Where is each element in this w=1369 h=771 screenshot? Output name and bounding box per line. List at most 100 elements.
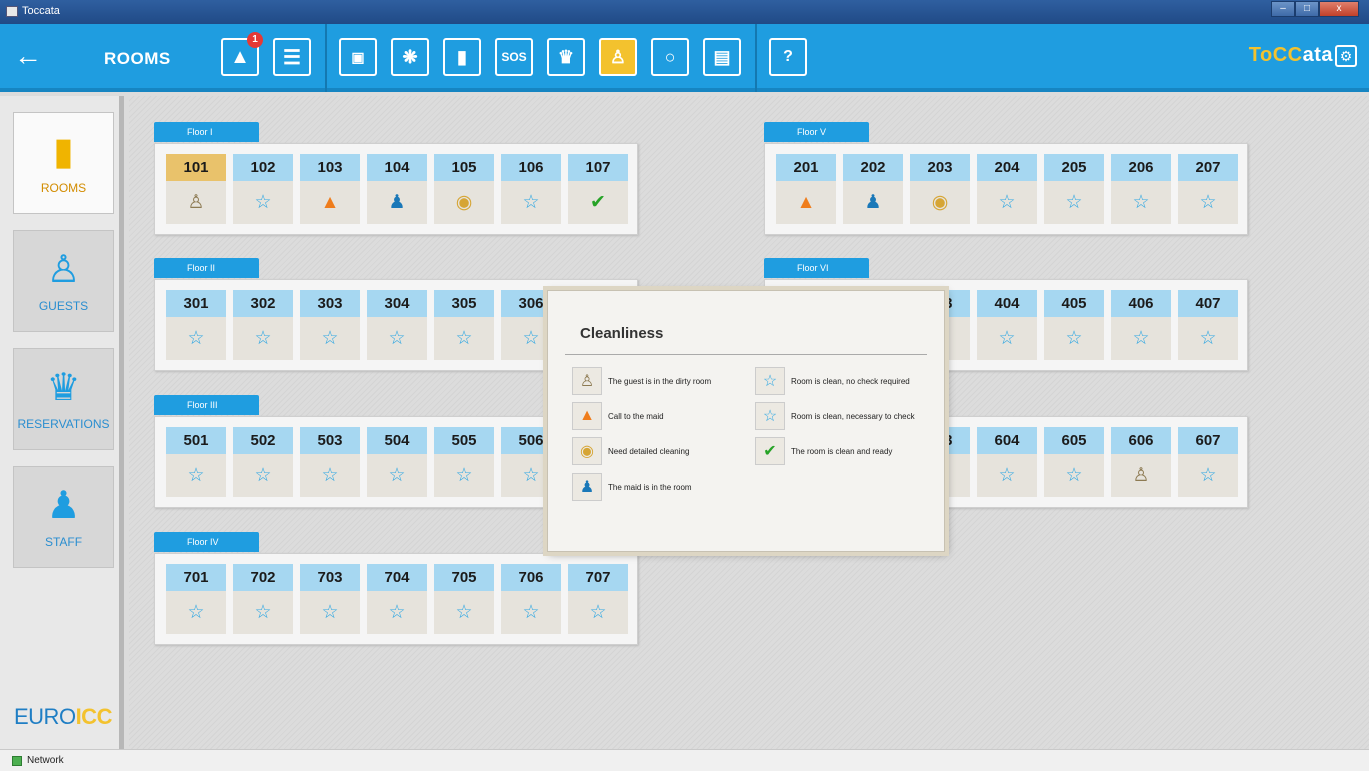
room-tile[interactable]: 206 ☆ (1111, 154, 1171, 224)
floor-rooms-box: 201 ▲ 202 ♟ 203 ◉ 204 ☆ 205 ☆ 206 ☆ 207 ☆ (764, 143, 1248, 235)
room-tile[interactable]: 303 ☆ (300, 290, 360, 360)
sidebar-item-label: GUESTS (38, 299, 89, 313)
legend-item: ◉ Need detailed cleaning (572, 437, 689, 465)
room-tile[interactable]: 101 ♙ (166, 154, 226, 224)
euroicc-logo: EUROICC (14, 704, 112, 729)
room-number: 407 (1178, 290, 1238, 317)
floor-tab[interactable]: Floor IV (154, 532, 259, 552)
floor-tab[interactable]: Floor III (154, 395, 259, 415)
room-tile[interactable]: 606 ♙ (1111, 427, 1171, 497)
room-tile[interactable]: 707 ☆ (568, 564, 628, 634)
room-tile[interactable]: 505 ☆ (434, 427, 494, 497)
minimize-button[interactable]: – (1271, 1, 1295, 17)
room-number: 204 (977, 154, 1037, 181)
room-tile[interactable]: 106 ☆ (501, 154, 561, 224)
room-tile[interactable]: 702 ☆ (233, 564, 293, 634)
sidebar-item-rooms[interactable]: ▮ ROOMS (13, 112, 114, 214)
toolbar-divider (325, 24, 327, 92)
room-tile[interactable]: 207 ☆ (1178, 154, 1238, 224)
room-tile[interactable]: 704 ☆ (367, 564, 427, 634)
room-number: 102 (233, 154, 293, 181)
room-tile[interactable]: 604 ☆ (977, 427, 1037, 497)
floor-tab[interactable]: Floor V (764, 122, 869, 142)
room-tile[interactable]: 405 ☆ (1044, 290, 1104, 360)
detailed-cleaning-icon: ◉ (455, 192, 473, 213)
sos-button[interactable]: SOS (495, 38, 533, 76)
room-tile[interactable]: 305 ☆ (434, 290, 494, 360)
room-tile[interactable]: 502 ☆ (233, 427, 293, 497)
room-tile[interactable]: 705 ☆ (434, 564, 494, 634)
alert-count-badge: 1 (247, 32, 263, 48)
room-number: 501 (166, 427, 226, 454)
room-tile[interactable]: 504 ☆ (367, 427, 427, 497)
room-tile[interactable]: 103 ▲ (300, 154, 360, 224)
room-tile[interactable]: 304 ☆ (367, 290, 427, 360)
room-tile[interactable]: 501 ☆ (166, 427, 226, 497)
service-icon: ♛ (557, 46, 575, 67)
room-tile[interactable]: 406 ☆ (1111, 290, 1171, 360)
sidebar-item-label: ROOMS (40, 181, 87, 195)
list-button[interactable]: ☰ (273, 38, 311, 76)
room-number: 502 (233, 427, 293, 454)
floor-tab[interactable]: Floor VI (764, 258, 869, 278)
floor-tab[interactable]: Floor II (154, 258, 259, 278)
room-tile[interactable]: 203 ◉ (910, 154, 970, 224)
alert-button[interactable]: ▲ 1 (221, 32, 263, 76)
legend-text: The room is clean and ready (791, 446, 893, 456)
service-button[interactable]: ♛ (547, 38, 585, 76)
id-card-button[interactable]: ▤ (703, 38, 741, 76)
clean-room-icon: ☆ (388, 602, 406, 623)
room-number: 205 (1044, 154, 1104, 181)
window-title: Toccata (22, 5, 60, 17)
fan-button[interactable]: ❋ (391, 38, 429, 76)
clean-room-icon: ☆ (254, 465, 272, 486)
clean-room-icon: ☆ (1132, 192, 1150, 213)
lock-button[interactable]: ○ (651, 38, 689, 76)
room-tile[interactable]: 102 ☆ (233, 154, 293, 224)
room-tile[interactable]: 404 ☆ (977, 290, 1037, 360)
room-tile[interactable]: 701 ☆ (166, 564, 226, 634)
floor-tab[interactable]: Floor I (154, 122, 259, 142)
gear-icon[interactable]: ⚙ (1335, 45, 1357, 67)
room-tile[interactable]: 706 ☆ (501, 564, 561, 634)
bell-icon: ▲ (572, 402, 602, 430)
room-tile[interactable]: 104 ♟ (367, 154, 427, 224)
door-button[interactable]: ▮ (443, 38, 481, 76)
detailed-cleaning-icon: ◉ (931, 192, 949, 213)
legend-text: Room is clean, necessary to check (791, 411, 915, 421)
room-tile[interactable]: 205 ☆ (1044, 154, 1104, 224)
close-button[interactable]: x (1319, 1, 1359, 17)
maximize-button[interactable]: □ (1295, 1, 1319, 17)
room-tile[interactable]: 607 ☆ (1178, 427, 1238, 497)
room-tile[interactable]: 301 ☆ (166, 290, 226, 360)
cleaning-button[interactable]: ♙ (599, 38, 637, 76)
room-tile[interactable]: 204 ☆ (977, 154, 1037, 224)
room-tile[interactable]: 407 ☆ (1178, 290, 1238, 360)
room-tile[interactable]: 703 ☆ (300, 564, 360, 634)
room-number: 504 (367, 427, 427, 454)
people-icon: ♟ (46, 485, 81, 527)
room-tile[interactable]: 302 ☆ (233, 290, 293, 360)
cleaning-maid-icon: ♙ (609, 46, 627, 67)
room-tile[interactable]: 202 ♟ (843, 154, 903, 224)
dirty-room-icon: ♙ (572, 367, 602, 395)
help-button[interactable]: ? (769, 38, 807, 76)
room-tile[interactable]: 105 ◉ (434, 154, 494, 224)
room-number: 304 (367, 290, 427, 317)
legend-text: The maid is in the room (608, 482, 692, 492)
room-tile[interactable]: 503 ☆ (300, 427, 360, 497)
room-number: 103 (300, 154, 360, 181)
status-bar: Network (0, 749, 1369, 771)
room-tile[interactable]: 107 ✔ (568, 154, 628, 224)
sidebar-item-guests[interactable]: ♙ GUESTS (13, 230, 114, 332)
sidebar-item-label: STAFF (44, 535, 83, 549)
room-tile[interactable]: 201 ▲ (776, 154, 836, 224)
thermostat-button[interactable]: ▣ (339, 38, 377, 76)
room-number: 706 (501, 564, 561, 591)
room-number: 104 (367, 154, 427, 181)
lock-icon: ○ (664, 46, 676, 67)
sidebar-item-reservations[interactable]: ♛ RESERVATIONS (13, 348, 114, 450)
back-arrow-icon[interactable]: ← (14, 42, 50, 72)
room-tile[interactable]: 605 ☆ (1044, 427, 1104, 497)
sidebar-item-staff[interactable]: ♟ STAFF (13, 466, 114, 568)
